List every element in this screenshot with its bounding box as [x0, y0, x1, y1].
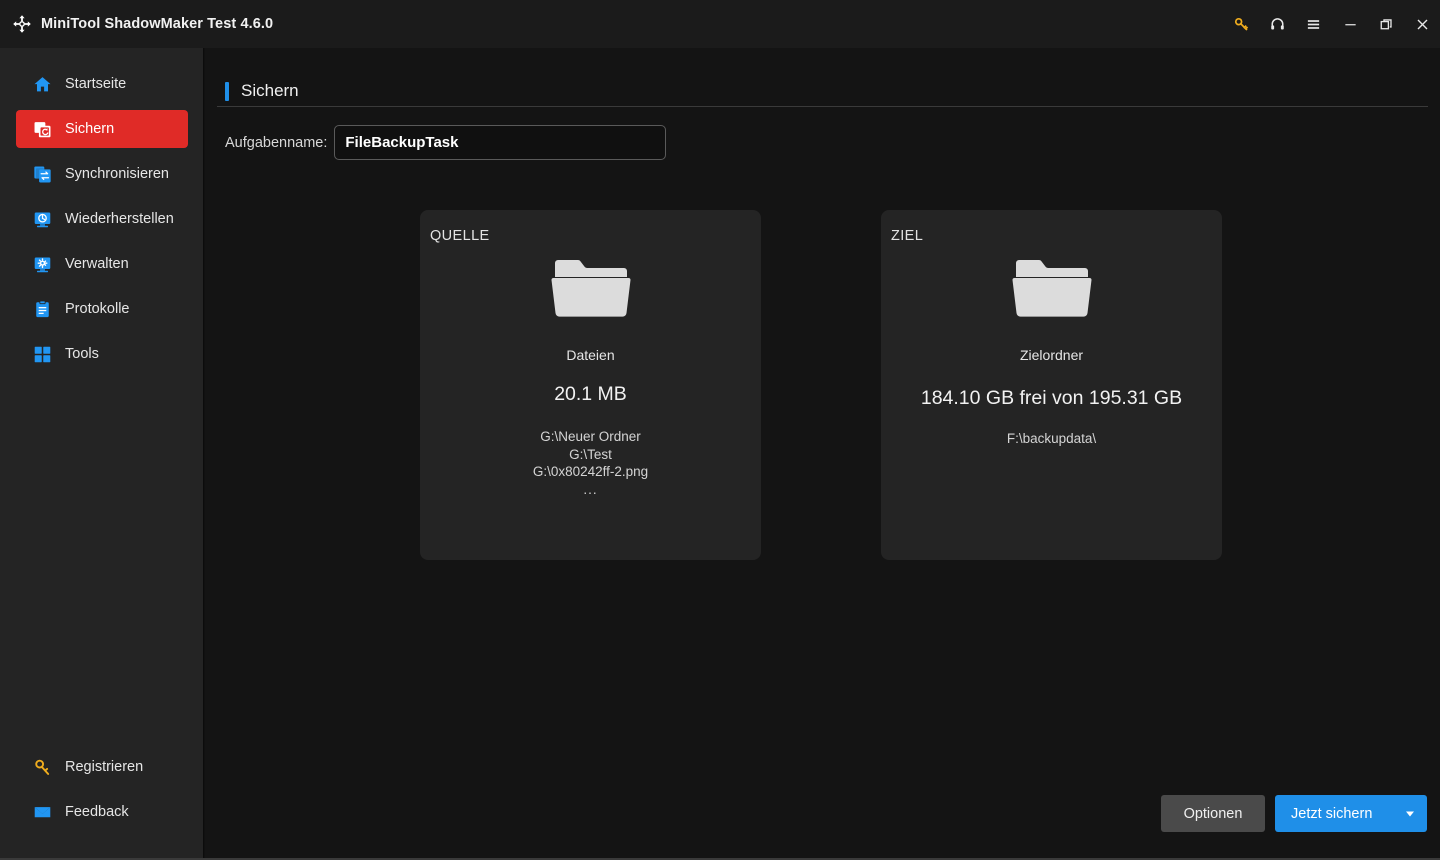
shadowmaker-logo-icon — [12, 14, 32, 34]
backup-icon — [33, 120, 52, 139]
task-name-input[interactable] — [334, 125, 666, 160]
logs-icon — [33, 300, 52, 319]
backup-now-label: Jetzt sichern — [1291, 806, 1372, 822]
source-path-item: G:\Test — [420, 446, 761, 464]
destination-path: F:\backupdata\ — [881, 430, 1222, 448]
destination-panel-body: Zielordner 184.10 GB frei von 195.31 GB … — [881, 210, 1222, 448]
sidebar: Startseite Sichern — [0, 48, 204, 858]
backup-panels: QUELLE Dateien 20.1 MB G:\Neuer Ordn — [205, 210, 1440, 560]
sidebar-item-wiederherstellen[interactable]: Wiederherstellen — [16, 200, 188, 238]
title-bar: MiniTool ShadowMaker Test 4.6.0 — [0, 0, 1440, 48]
restore-icon — [33, 210, 52, 229]
source-path-item: G:\0x80242ff-2.png — [420, 463, 761, 481]
source-folder-icon-wrap — [420, 256, 761, 325]
task-name-row: Aufgabenname: — [225, 125, 666, 160]
sidebar-item-label: Sichern — [65, 121, 114, 137]
page-title: Sichern — [241, 81, 299, 101]
sidebar-item-protokolle[interactable]: Protokolle — [16, 290, 188, 328]
app-title: MiniTool ShadowMaker Test 4.6.0 — [41, 16, 273, 32]
sidebar-item-label: Verwalten — [65, 256, 129, 272]
page-header: Sichern — [225, 81, 299, 101]
sidebar-item-label: Feedback — [65, 804, 129, 820]
mail-icon — [33, 803, 52, 822]
sidebar-item-tools[interactable]: Tools — [16, 335, 188, 373]
source-paths: G:\Neuer Ordner G:\Test G:\0x80242ff-2.p… — [420, 428, 761, 498]
destination-type: Zielordner — [881, 347, 1222, 363]
sidebar-nav: Startseite Sichern — [0, 65, 204, 380]
page-title-accent-bar — [225, 82, 229, 101]
source-paths-more: ... — [420, 481, 761, 499]
close-icon[interactable] — [1404, 0, 1440, 48]
options-button[interactable]: Optionen — [1161, 795, 1265, 832]
source-panel[interactable]: QUELLE Dateien 20.1 MB G:\Neuer Ordn — [420, 210, 761, 560]
sidebar-item-verwalten[interactable]: Verwalten — [16, 245, 188, 283]
header-divider — [217, 106, 1428, 107]
sidebar-item-label: Synchronisieren — [65, 166, 169, 182]
footer-actions: Optionen Jetzt sichern — [205, 795, 1440, 858]
folder-icon — [551, 256, 631, 325]
sidebar-item-sichern[interactable]: Sichern — [16, 110, 188, 148]
headphones-icon[interactable] — [1259, 0, 1295, 48]
hamburger-menu-icon[interactable] — [1295, 0, 1331, 48]
sidebar-bottom-nav: Registrieren Feedback — [0, 748, 204, 838]
sidebar-item-label: Registrieren — [65, 759, 143, 775]
tools-icon — [33, 345, 52, 364]
sidebar-item-label: Protokolle — [65, 301, 129, 317]
task-name-label: Aufgabenname: — [225, 135, 327, 151]
destination-capacity: 184.10 GB frei von 195.31 GB — [881, 387, 1222, 410]
sidebar-item-label: Startseite — [65, 76, 126, 92]
restore-icon[interactable] — [1368, 0, 1404, 48]
sidebar-item-feedback[interactable]: Feedback — [16, 793, 188, 831]
backup-now-button[interactable]: Jetzt sichern — [1275, 795, 1427, 832]
key-icon — [33, 758, 52, 777]
destination-folder-icon-wrap — [881, 256, 1222, 325]
folder-icon — [1012, 256, 1092, 325]
sidebar-item-startseite[interactable]: Startseite — [16, 65, 188, 103]
sidebar-item-label: Tools — [65, 346, 99, 362]
destination-panel[interactable]: ZIEL Zielordner 184.10 GB frei von 195.3… — [881, 210, 1222, 560]
sidebar-item-label: Wiederherstellen — [65, 211, 174, 227]
caret-down-icon[interactable] — [1406, 811, 1414, 816]
main-content: Sichern Aufgabenname: QUELLE — [205, 48, 1440, 858]
minimize-icon[interactable] — [1332, 0, 1368, 48]
title-bar-controls — [1223, 0, 1440, 48]
sync-icon — [33, 165, 52, 184]
sidebar-item-registrieren[interactable]: Registrieren — [16, 748, 188, 786]
title-bar-left: MiniTool ShadowMaker Test 4.6.0 — [0, 14, 273, 34]
source-type: Dateien — [420, 347, 761, 363]
source-size: 20.1 MB — [420, 383, 761, 406]
key-icon[interactable] — [1223, 0, 1259, 48]
source-path-item: G:\Neuer Ordner — [420, 428, 761, 446]
app-window: MiniTool ShadowMaker Test 4.6.0 — [0, 0, 1440, 860]
manage-icon — [33, 255, 52, 274]
source-panel-body: Dateien 20.1 MB G:\Neuer Ordner G:\Test … — [420, 210, 761, 498]
sidebar-item-synchronisieren[interactable]: Synchronisieren — [16, 155, 188, 193]
home-icon — [33, 75, 52, 94]
